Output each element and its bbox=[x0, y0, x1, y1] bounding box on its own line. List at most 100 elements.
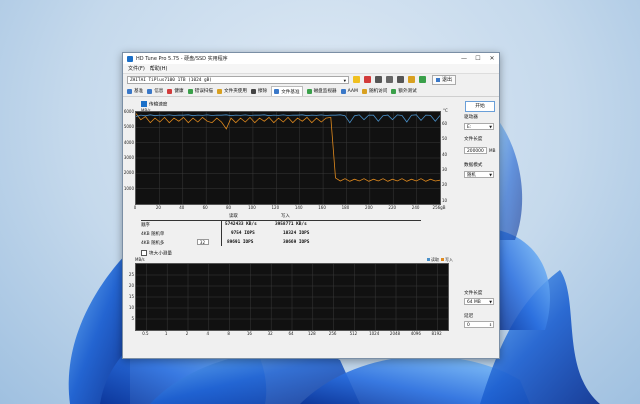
drive-letter-select[interactable]: E: ▼ bbox=[464, 123, 494, 130]
block-x-tick-label: 2 bbox=[185, 331, 189, 336]
header-read: 读取 bbox=[229, 214, 238, 219]
transfer-speed-chart bbox=[135, 111, 441, 205]
window-title: HD Tune Pro 5.75 - 硬盘/SSD 实用程序 bbox=[136, 56, 228, 62]
minimize-button[interactable]: — bbox=[457, 53, 471, 64]
y-tick-label: 4000 bbox=[123, 139, 134, 145]
y-tick-label: 3000 bbox=[123, 155, 134, 160]
y-tick-label: 6000 bbox=[123, 109, 134, 114]
table-row: 4KB 随机单 9754 IOPS 10324 IOPS bbox=[141, 231, 421, 239]
y2-tick-label: 30 bbox=[442, 167, 448, 172]
save-icon[interactable] bbox=[408, 76, 415, 83]
tab-erase[interactable]: 擦除 bbox=[250, 88, 267, 94]
stepper-arrows-icon: ⇕ bbox=[488, 323, 492, 327]
options-icon[interactable] bbox=[419, 76, 426, 83]
folder-icon bbox=[217, 88, 222, 94]
data-mode-select[interactable]: 随机 ▼ bbox=[464, 171, 494, 178]
header-write: 写入 bbox=[281, 214, 290, 219]
temperature-icon bbox=[353, 76, 360, 83]
info-icon[interactable] bbox=[364, 76, 371, 83]
tab-error-scan[interactable]: 错误扫描 bbox=[187, 88, 213, 94]
table-row: 4KB 随机多 32 89691 IOPS 30669 IOPS bbox=[141, 239, 421, 248]
legend-write-label: 写入 bbox=[445, 257, 453, 262]
tab-info[interactable]: 信息 bbox=[147, 88, 163, 94]
extra-tests-icon bbox=[391, 88, 397, 94]
transfer-speed-plot bbox=[135, 112, 441, 204]
block-y-tick-label: 15 bbox=[128, 294, 134, 299]
drive-select-value: ZHITAI TiPlus7100 1TB (1024 gB) bbox=[130, 77, 212, 83]
tab-label: 额外测试 bbox=[398, 89, 417, 94]
tab-label: 文件夹使用 bbox=[224, 89, 247, 94]
tab-label: 信息 bbox=[154, 89, 164, 94]
block-x-tick-label: 8 bbox=[227, 331, 230, 336]
x-tick-label: 256gB bbox=[432, 205, 446, 210]
checkbox-unchecked[interactable] bbox=[141, 250, 147, 256]
checkbox-checked[interactable] bbox=[141, 101, 147, 107]
queue-depth-stepper[interactable]: 32 bbox=[197, 239, 209, 245]
tab-health[interactable]: 健康 bbox=[167, 88, 184, 94]
maximize-button[interactable]: ☐ bbox=[471, 53, 485, 64]
x-tick-label: 40 bbox=[179, 205, 185, 210]
x-tick-label: 0 bbox=[133, 205, 137, 210]
copy-text-icon[interactable] bbox=[375, 76, 382, 83]
y2-tick-label: 10 bbox=[442, 197, 448, 203]
block-x-tick-label: 2048 bbox=[389, 331, 401, 336]
tab-disk-monitor[interactable]: 磁盘监视器 bbox=[306, 88, 337, 94]
tab-folder-usage[interactable]: 文件夹使用 bbox=[217, 88, 247, 94]
block-x-tick-label: 32 bbox=[267, 331, 273, 336]
y-tick-label: 2000 bbox=[123, 170, 134, 176]
legend-write-swatch bbox=[441, 258, 444, 261]
tab-random-access[interactable]: 随机访问 bbox=[361, 88, 388, 94]
error-scan-icon bbox=[187, 88, 193, 94]
tab-aam[interactable]: AAM bbox=[340, 88, 358, 94]
x-tick-label: 20 bbox=[155, 205, 161, 210]
block-x-tick-label: 64 bbox=[288, 331, 294, 336]
y2-tick-label: 50 bbox=[442, 136, 448, 142]
file-benchmark-icon bbox=[274, 89, 280, 94]
file-length-input[interactable]: 200000 bbox=[464, 147, 487, 154]
tab-label: 随机访问 bbox=[368, 89, 388, 94]
transfer-speed-label: 传输速度 bbox=[149, 102, 168, 108]
delay-stepper[interactable]: 0 ⇕ bbox=[464, 321, 494, 328]
menu-help[interactable]: 帮助(H) bbox=[150, 65, 168, 72]
transfer-speed-toggle[interactable]: 传输速度 bbox=[141, 101, 167, 108]
row-label: 4KB 随机多 bbox=[141, 241, 165, 246]
block-x-tick-label: 16 bbox=[246, 331, 252, 336]
tab-label: AAM bbox=[347, 88, 358, 94]
block-x-tick-label: 1024 bbox=[369, 331, 380, 336]
copy-screenshot-icon[interactable] bbox=[386, 76, 393, 83]
block-x-tick-label: 128 bbox=[307, 331, 316, 336]
block-file-length-select[interactable]: 64 MB ▼ bbox=[464, 298, 494, 305]
x-tick-label: 220 bbox=[388, 205, 397, 210]
menu-file[interactable]: 文件(F) bbox=[128, 65, 145, 72]
drive-select[interactable]: ZHITAI TiPlus7100 1TB (1024 gB) ▼ bbox=[127, 75, 349, 84]
y2-tick-label: 60 bbox=[442, 121, 448, 126]
camera-icon[interactable] bbox=[397, 76, 404, 83]
aam-icon bbox=[340, 88, 346, 94]
block-size-toggle[interactable]: 块大小测量 bbox=[141, 250, 172, 257]
tab-label: 基准 bbox=[134, 89, 144, 94]
start-button[interactable]: 开始 bbox=[465, 101, 495, 112]
exit-button[interactable]: 退出 bbox=[432, 74, 457, 85]
write-value: 10324 IOPS bbox=[283, 231, 310, 236]
drive-toolbar: ZHITAI TiPlus7100 1TB (1024 gB) ▼ 退出 bbox=[123, 73, 499, 86]
tab-label: 健康 bbox=[174, 89, 184, 94]
block-y-unit: MB/s bbox=[135, 257, 145, 262]
tab-label: 错误扫描 bbox=[194, 89, 213, 94]
write-value: 3958771 KB/s bbox=[275, 222, 307, 227]
tab-extra-tests[interactable]: 额外测试 bbox=[391, 88, 417, 94]
close-button[interactable]: ✕ bbox=[485, 53, 499, 64]
block-x-tick-label: 4096 bbox=[410, 331, 421, 336]
write-value: 30669 IOPS bbox=[283, 240, 310, 245]
block-size-chart bbox=[135, 263, 449, 331]
x-tick-label: 80 bbox=[225, 205, 232, 210]
results-divider bbox=[141, 220, 421, 221]
title-bar[interactable]: HD Tune Pro 5.75 - 硬盘/SSD 实用程序 — ☐ ✕ bbox=[123, 53, 499, 64]
block-x-tick-label: 4 bbox=[206, 331, 210, 336]
x-tick-label: 140 bbox=[294, 205, 303, 210]
delay-value: 0 bbox=[467, 323, 470, 328]
delay-label: 延迟 bbox=[464, 314, 474, 319]
tab-benchmark[interactable]: 基准 bbox=[127, 88, 143, 94]
block-x-tick-label: 512 bbox=[349, 331, 358, 336]
tab-file-benchmark[interactable]: 文件基准 bbox=[271, 86, 303, 96]
block-size-plot bbox=[136, 264, 448, 330]
